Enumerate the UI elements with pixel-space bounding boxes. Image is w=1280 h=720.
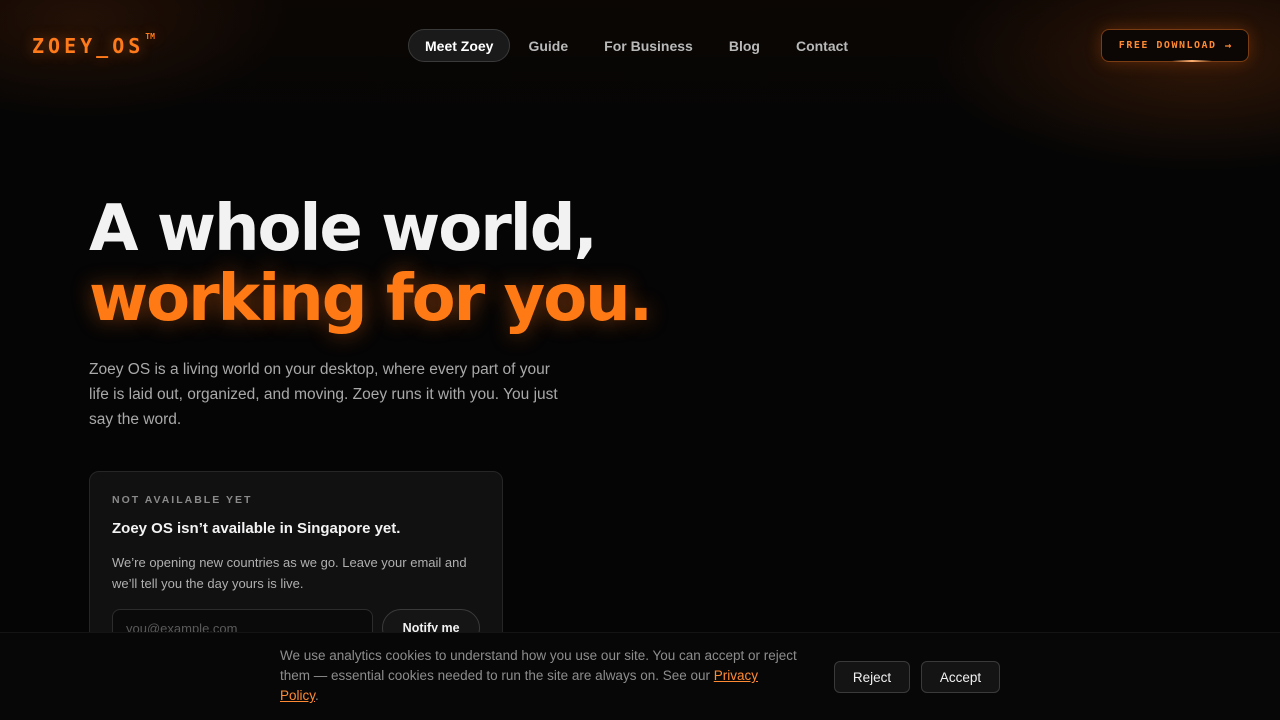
hero-title-line1: A whole world, <box>89 192 598 266</box>
nav-item-blog[interactable]: Blog <box>711 29 778 62</box>
arrow-right-icon: → <box>1224 39 1232 52</box>
card-eyebrow: NOT AVAILABLE YET <box>112 494 253 506</box>
nav-item-contact[interactable]: Contact <box>778 29 866 62</box>
hero-title-line2: working for you. <box>89 262 653 336</box>
cookie-text: We use analytics cookies to understand h… <box>280 646 800 706</box>
cookie-banner: We use analytics cookies to understand h… <box>0 632 1280 720</box>
card-title: Zoey OS isn’t available in Singapore yet… <box>112 520 401 537</box>
cookie-text-end: . <box>315 688 319 703</box>
accept-cookies-button[interactable]: Accept <box>921 661 1000 693</box>
main-nav: Meet Zoey Guide For Business Blog Contac… <box>408 29 866 62</box>
free-download-button[interactable]: FREE DOWNLOAD → <box>1101 29 1249 62</box>
hero-title: A whole world, working for you. <box>89 192 653 336</box>
free-download-label: FREE DOWNLOAD <box>1118 40 1217 51</box>
trademark-mark: TM <box>145 32 155 42</box>
logo-text: ZOEY_OS <box>32 34 145 58</box>
logo[interactable]: ZOEY_OSTM <box>32 32 155 58</box>
hero-description: Zoey OS is a living world on your deskto… <box>89 361 558 428</box>
reject-cookies-button[interactable]: Reject <box>834 661 910 693</box>
nav-item-guide[interactable]: Guide <box>510 29 586 62</box>
card-text: We’re opening new countries as we go. Le… <box>112 555 467 591</box>
nav-item-for-business[interactable]: For Business <box>586 29 711 62</box>
nav-item-meet-zoey[interactable]: Meet Zoey <box>408 29 511 62</box>
